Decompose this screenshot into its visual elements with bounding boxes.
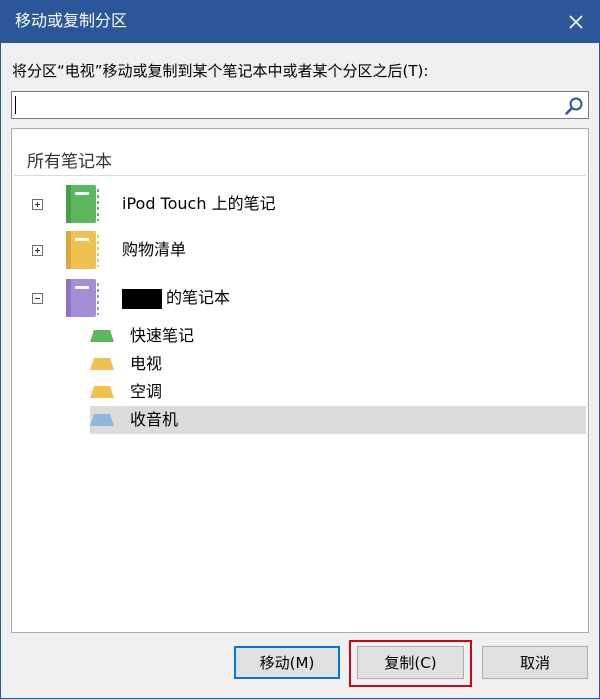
section-label: 收音机 (130, 410, 179, 429)
notebook-label: 购物清单 (122, 240, 187, 259)
notebook-row-ipod[interactable]: iPod Touch 上的笔记 (12, 181, 588, 227)
dialog-title: 移动或复制分区 (15, 11, 128, 30)
section-row-radio[interactable]: 收音机 (90, 406, 586, 434)
tree-divider (14, 175, 586, 176)
section-label: 电视 (130, 354, 163, 373)
close-icon (569, 15, 583, 29)
search-box (11, 91, 589, 119)
section-row-quick-notes[interactable]: 快速笔记 (90, 322, 586, 350)
green-section-tab-icon (90, 330, 114, 342)
copy-button-highlight (349, 640, 472, 687)
yellow-section-tab-icon (90, 386, 114, 398)
section-row-tv[interactable]: 电视 (90, 350, 586, 378)
redacted-name (122, 288, 162, 309)
yellow-notebook-icon (66, 231, 99, 269)
section-label: 空调 (130, 382, 163, 401)
tree-header: 所有笔记本 (27, 152, 112, 172)
purple-notebook-icon (66, 279, 99, 317)
cancel-button[interactable]: 取消 (482, 646, 588, 679)
section-row-ac[interactable]: 空调 (90, 378, 586, 406)
notebook-label: 的笔记本 (166, 288, 231, 307)
yellow-section-tab-icon (90, 358, 114, 370)
close-button[interactable] (553, 1, 599, 43)
title-bar: 移动或复制分区 (1, 1, 599, 43)
green-notebook-icon (66, 185, 99, 223)
text-caret (15, 96, 16, 114)
move-copy-dialog: 移动或复制分区 将分区“电视”移动或复制到某个笔记本中或者某个分区之后(T): … (0, 0, 600, 699)
search-input[interactable] (16, 94, 556, 116)
notebook-row-shopping[interactable]: 购物清单 (12, 227, 588, 273)
collapse-toggle[interactable] (32, 293, 43, 304)
blue-section-tab-icon (90, 414, 114, 426)
move-button[interactable]: 移动(M) (234, 646, 340, 679)
notebook-tree[interactable]: 所有笔记本 iPod Touch 上的笔记 购物清单 的笔记本 快速笔记 电视 … (11, 128, 589, 633)
expand-toggle[interactable] (32, 199, 43, 210)
search-icon[interactable] (564, 96, 584, 116)
destination-prompt: 将分区“电视”移动或复制到某个笔记本中或者某个分区之后(T): (12, 62, 429, 80)
notebook-row-personal[interactable]: 的笔记本 (12, 275, 588, 321)
section-label: 快速笔记 (130, 326, 195, 345)
expand-toggle[interactable] (32, 245, 43, 256)
notebook-label-wrap: 的笔记本 (122, 287, 230, 309)
notebook-label: iPod Touch 上的笔记 (122, 194, 276, 213)
